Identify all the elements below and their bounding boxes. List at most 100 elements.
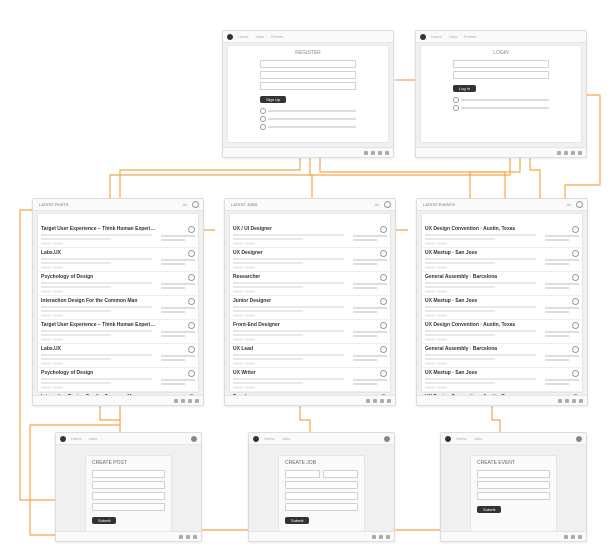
row-meta <box>161 263 185 265</box>
row-action-icon[interactable] <box>188 274 195 281</box>
form-panel: CREATE POST Submit <box>85 455 172 533</box>
list-row[interactable]: Labs.UX <box>38 248 198 272</box>
row-desc <box>233 330 344 332</box>
option[interactable] <box>260 116 356 122</box>
input-name[interactable] <box>260 60 356 68</box>
option[interactable] <box>453 105 549 111</box>
footer-icon <box>379 535 383 539</box>
list-row[interactable]: UX Design Convention · Austin, Texas <box>422 320 582 344</box>
form-field[interactable] <box>92 481 165 489</box>
form-field[interactable] <box>92 503 165 511</box>
form-field[interactable] <box>285 470 320 478</box>
row-action-icon[interactable] <box>572 226 579 233</box>
list-row[interactable]: UX Designer <box>230 248 390 272</box>
row-action-icon[interactable] <box>188 370 195 377</box>
list-row[interactable]: UX Design Convention · Austin, Texas <box>422 224 582 248</box>
row-action-icon[interactable] <box>572 298 579 305</box>
row-action-icon[interactable] <box>188 226 195 233</box>
row-action-icon[interactable] <box>572 322 579 329</box>
row-action-icon[interactable] <box>188 298 195 305</box>
row-action-icon[interactable] <box>380 274 387 281</box>
row-meta <box>545 311 569 313</box>
filter-pill[interactable]: All <box>565 202 573 207</box>
avatar-icon[interactable] <box>384 436 390 442</box>
row-action-icon[interactable] <box>572 274 579 281</box>
submit-button[interactable]: Sign Up <box>260 96 286 103</box>
form-field[interactable] <box>92 492 165 500</box>
submit-button[interactable]: Log In <box>453 85 476 92</box>
row-meta <box>161 283 195 285</box>
row-tags <box>233 338 350 341</box>
list-row[interactable]: Target User Experience – Think Human Exp… <box>38 320 198 344</box>
submit-button[interactable]: Submit <box>285 517 309 524</box>
list-row[interactable]: UX Meetup · San Jose <box>422 248 582 272</box>
submit-button[interactable]: Submit <box>477 506 501 513</box>
nav-tab: Home <box>262 436 277 441</box>
footer-icon <box>378 151 382 155</box>
row-desc <box>233 310 303 312</box>
list-row[interactable]: UX / UI Designer <box>230 224 390 248</box>
row-action-icon[interactable] <box>380 370 387 377</box>
list-row[interactable]: Target User Experience – Think Human Exp… <box>38 224 198 248</box>
list-row[interactable]: UX Lead <box>230 344 390 368</box>
form-field[interactable] <box>92 470 165 478</box>
input-password[interactable] <box>260 82 356 90</box>
option[interactable] <box>260 108 356 114</box>
row-meta <box>353 287 377 289</box>
row-title: UX Design Convention · Austin, Texas <box>425 322 542 328</box>
row-action-icon[interactable] <box>380 226 387 233</box>
avatar-icon[interactable] <box>576 436 582 442</box>
row-action-icon[interactable] <box>188 322 195 329</box>
list-row[interactable]: UX Meetup · San Jose <box>422 296 582 320</box>
row-title: Interaction Design For the Common Man <box>41 298 158 304</box>
row-action-icon[interactable] <box>572 250 579 257</box>
footer-icon <box>366 399 370 403</box>
list-row[interactable]: UX Writer <box>230 368 390 392</box>
row-tags <box>425 314 542 317</box>
form-field[interactable] <box>285 503 358 511</box>
form-field[interactable] <box>477 470 550 478</box>
form-field[interactable] <box>477 481 550 489</box>
list-row[interactable]: Junior Designer <box>230 296 390 320</box>
list-row[interactable]: General Assembly · Barcelona <box>422 272 582 296</box>
form-field[interactable] <box>477 492 550 500</box>
list-row[interactable]: UX Meetup · San Jose <box>422 368 582 392</box>
row-tags <box>41 314 158 317</box>
list-row[interactable]: Front-End Designer <box>230 320 390 344</box>
row-action-icon[interactable] <box>380 298 387 305</box>
option[interactable] <box>453 97 549 103</box>
list-row[interactable]: General Assembly · Barcelona <box>422 344 582 368</box>
row-action-icon[interactable] <box>188 250 195 257</box>
row-action-icon[interactable] <box>572 370 579 377</box>
form-field[interactable] <box>285 481 358 489</box>
row-title: UX Design Convention · Austin, Texas <box>425 226 542 232</box>
row-meta <box>545 335 569 337</box>
option[interactable] <box>260 124 356 130</box>
form-field[interactable] <box>285 492 358 500</box>
avatar-icon[interactable] <box>191 436 197 442</box>
form-field[interactable] <box>323 470 358 478</box>
row-action-icon[interactable] <box>572 346 579 353</box>
input-email[interactable] <box>260 71 356 79</box>
menu-icon[interactable] <box>576 201 583 208</box>
list-row[interactable]: Researcher <box>230 272 390 296</box>
menu-icon[interactable] <box>192 201 199 208</box>
submit-button[interactable]: Submit <box>92 517 116 524</box>
list-row[interactable]: Psychology of Design <box>38 272 198 296</box>
list-row[interactable]: Interaction Design For the Common Man <box>38 296 198 320</box>
input-password[interactable] <box>453 71 549 79</box>
list-row[interactable]: Labs.UX <box>38 344 198 368</box>
filter-pill[interactable]: All <box>373 202 381 207</box>
input-email[interactable] <box>453 60 549 68</box>
row-action-icon[interactable] <box>380 250 387 257</box>
footer-icon <box>181 399 185 403</box>
row-title: UX Lead <box>233 346 350 352</box>
footer-icon <box>578 151 582 155</box>
row-action-icon[interactable] <box>188 346 195 353</box>
content-panel: LOGIN Log In <box>420 45 582 143</box>
list-row[interactable]: Psychology of Design <box>38 368 198 392</box>
filter-pill[interactable]: All <box>181 202 189 207</box>
menu-icon[interactable] <box>384 201 391 208</box>
row-action-icon[interactable] <box>380 346 387 353</box>
row-action-icon[interactable] <box>380 322 387 329</box>
